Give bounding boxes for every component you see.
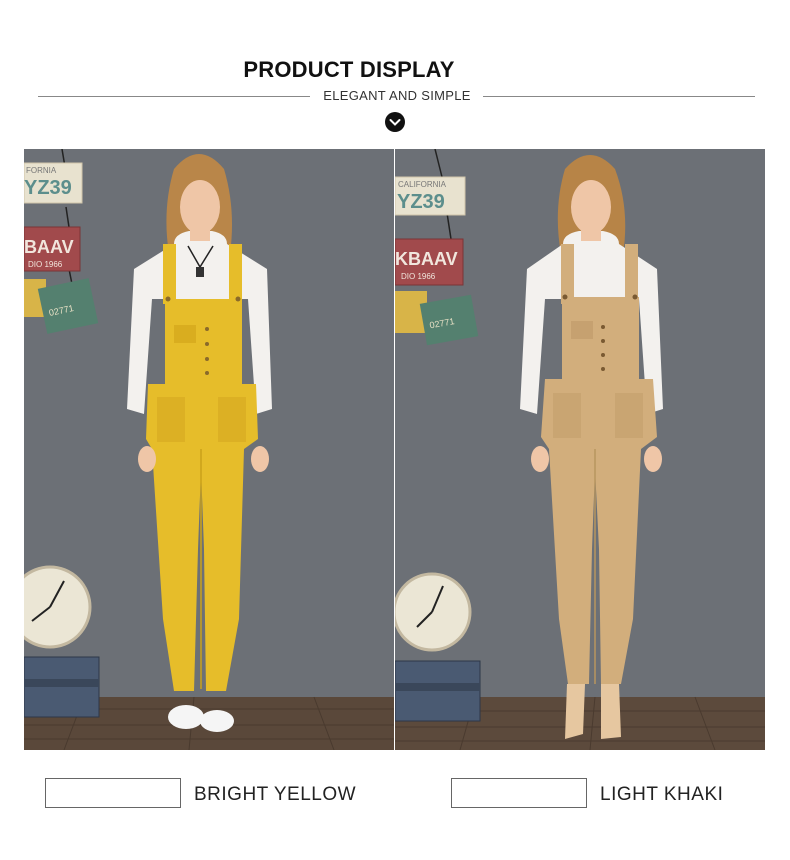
divider-left (38, 96, 310, 97)
product-photo-khaki: CALIFORNIA YZ39 KBAAV DIO 1966 02771 (395, 149, 765, 750)
color-label-yellow: BRIGHT YELLOW (194, 784, 357, 805)
color-swatch-khaki[interactable] (451, 778, 587, 808)
color-swatch-yellow[interactable] (45, 778, 181, 808)
sign-text: DIO 1966 (401, 272, 436, 281)
sign-text: DIO 1966 (28, 260, 63, 269)
page-title: PRODUCT DISPLAY (243, 57, 455, 82)
product-photo-yellow: FORNIA YZ39 BAAV DIO 1966 02771 (24, 149, 394, 750)
sign-text: KBAAV (395, 249, 458, 269)
sign-text: BAAV (24, 237, 74, 257)
color-label-khaki: LIGHT KHAKI (600, 784, 724, 805)
sign-text: CALIFORNIA (398, 180, 447, 189)
page-subtitle: ELEGANT AND SIMPLE (323, 88, 471, 103)
sign-text: YZ39 (397, 191, 445, 213)
divider-right (483, 96, 755, 97)
chevron-down-icon[interactable] (385, 112, 405, 132)
sign-text: YZ39 (24, 177, 72, 199)
sign-text: FORNIA (26, 166, 57, 175)
